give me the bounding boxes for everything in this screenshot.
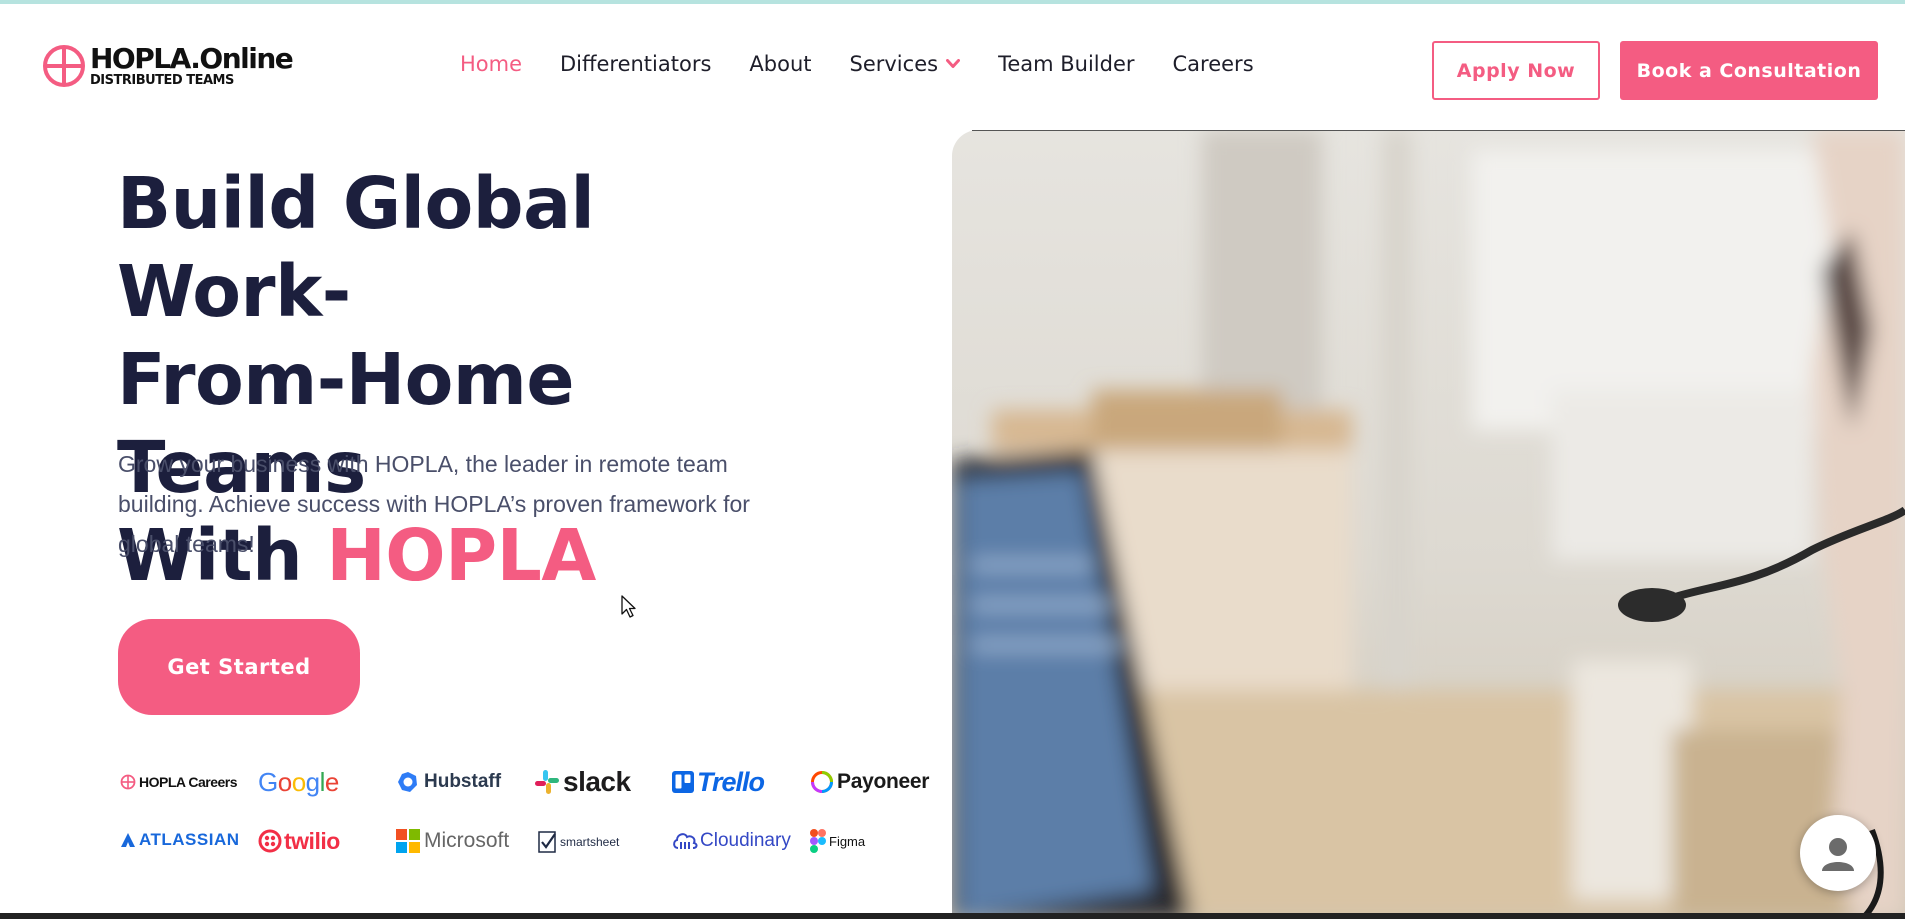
partner-logo-figma: Figma	[810, 824, 865, 858]
nav-item-home[interactable]: Home	[460, 52, 522, 76]
partner-logo-microsoft: Microsoft	[396, 824, 509, 858]
logo-tagline: DISTRIBUTED TEAMS	[90, 73, 234, 88]
partner-name: Microsoft	[424, 829, 510, 852]
partner-logo-slack: slack	[534, 764, 631, 800]
partner-logo-smartsheet: smartsheet	[538, 826, 619, 858]
partner-logo-twilio: twilio	[258, 824, 340, 858]
partner-name: Cloudinary	[700, 830, 791, 851]
partner-name: ATLASSIAN	[139, 830, 240, 849]
office-photo-illustration	[952, 130, 1905, 919]
hero-description-line2: building. Achieve success with HOPLA’s p…	[118, 491, 750, 517]
hero-image	[952, 130, 1905, 919]
figma-icon	[810, 829, 826, 853]
partner-logo-atlassian: ATLASSIAN	[120, 824, 240, 856]
hero-description-line1: Grow your business with HOPLA, the leade…	[118, 451, 728, 477]
nav-item-services[interactable]: Services	[850, 52, 961, 76]
get-started-button[interactable]: Get Started	[118, 619, 360, 715]
hero-image-border	[972, 130, 1905, 131]
nav-item-services-label: Services	[849, 52, 939, 76]
site-logo[interactable]: HOPLA.Online DISTRIBUTED TEAMS	[42, 42, 294, 88]
partner-logo-payoneer: Payoneer	[810, 766, 929, 798]
partner-name: Payoneer	[837, 770, 930, 793]
partner-name: twilio	[284, 827, 340, 854]
partner-name: Trello	[697, 766, 765, 797]
partner-name: slack	[563, 766, 631, 797]
hero-description-line3: global teams!	[118, 531, 255, 557]
twilio-icon	[258, 829, 282, 853]
partner-logo-trello: Trello	[672, 764, 765, 800]
partner-logo-hopla-careers: HOPLA Careers	[120, 766, 238, 798]
book-consultation-button[interactable]: Book a Consultation	[1620, 41, 1878, 100]
smartsheet-icon	[538, 831, 556, 853]
mouse-cursor-icon	[621, 595, 636, 618]
microsoft-icon	[396, 829, 420, 853]
user-avatar-icon	[1822, 838, 1854, 871]
nav-item-team-builder[interactable]: Team Builder	[998, 52, 1134, 76]
partner-name: smartsheet	[560, 835, 620, 849]
atlassian-icon	[121, 833, 135, 847]
partner-name: HOPLA Careers	[139, 774, 238, 790]
nav-item-about[interactable]: About	[749, 52, 811, 76]
partner-name: Figma	[829, 833, 866, 849]
logo-name: HOPLA.Online	[90, 42, 294, 75]
trello-icon	[672, 771, 694, 793]
hubstaff-icon	[398, 772, 417, 792]
partner-logo-hubstaff: Hubstaff	[396, 766, 501, 798]
partner-logos: HOPLA Careers Google Hubstaff slack Trel…	[118, 766, 948, 906]
payoneer-icon	[811, 771, 833, 793]
apply-now-button[interactable]: Apply Now	[1432, 41, 1600, 100]
slack-icon	[535, 770, 559, 794]
partner-name: Hubstaff	[424, 771, 502, 792]
nav-item-differentiators[interactable]: Differentiators	[560, 52, 711, 76]
globe-icon	[120, 774, 136, 790]
globe-icon	[43, 45, 85, 87]
chat-widget-button[interactable]	[1800, 815, 1876, 891]
chevron-down-icon	[946, 59, 961, 68]
site-header: HOPLA.Online DISTRIBUTED TEAMS Home Diff…	[0, 4, 1905, 130]
main-nav: Home Differentiators About Services Team…	[460, 52, 1292, 76]
hero-description: Grow your business with HOPLA, the leade…	[118, 444, 758, 564]
hero-title-line1: Build Global Work-	[117, 162, 595, 333]
partner-logo-cloudinary: Cloudinary	[672, 824, 791, 858]
bottom-bar	[0, 913, 1905, 919]
google-wordmark: Google	[258, 766, 339, 797]
partner-logo-google: Google	[258, 764, 339, 800]
cloudinary-icon	[673, 833, 698, 849]
nav-item-careers[interactable]: Careers	[1173, 52, 1254, 76]
hero-section: Build Global Work- From-Home Teams With …	[0, 130, 952, 919]
